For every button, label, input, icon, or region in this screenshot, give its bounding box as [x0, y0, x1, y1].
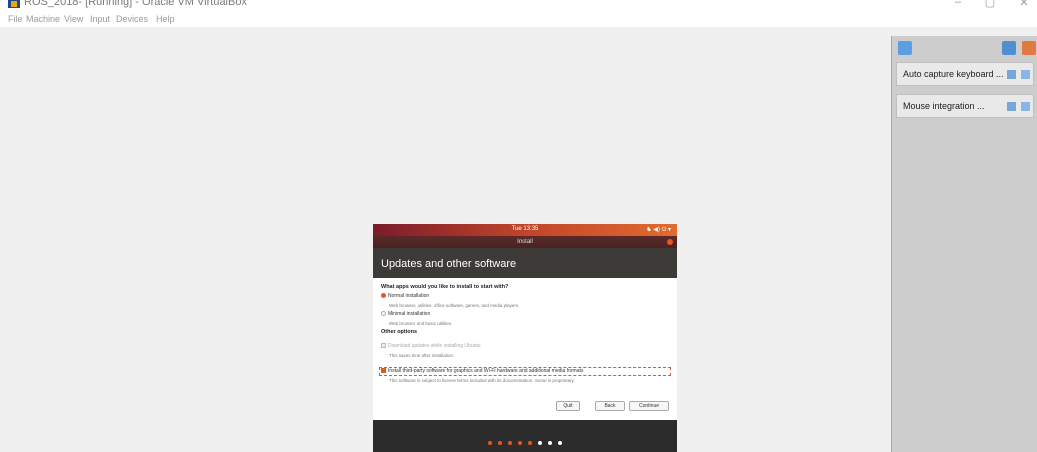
- menu-file[interactable]: File: [8, 14, 23, 24]
- progress-dot: [548, 441, 552, 445]
- progress-dot: [538, 441, 542, 445]
- notification-panel: Auto capture keyboard ... Mouse integrat…: [891, 36, 1037, 452]
- normal-installation-desc: Web browser, utilities, office software,…: [389, 303, 520, 308]
- notification-info-icon[interactable]: [898, 41, 912, 55]
- progress-dots: [373, 432, 677, 450]
- third-party-checkbox[interactable]: Install third-party software for graphic…: [381, 368, 583, 374]
- download-updates-label: Download updates while installing Ubuntu: [388, 343, 481, 349]
- installer-titlebar: Install: [373, 236, 677, 248]
- dismiss-all-icon[interactable]: [1022, 41, 1036, 55]
- window-titlebar: ROS_2018- [Running] - Oracle VM VirtualB…: [0, 0, 1037, 11]
- sort-icon[interactable]: [1002, 41, 1016, 55]
- progress-dot: [558, 441, 562, 445]
- menu-bar: File Machine View Input Devices Help: [0, 11, 1037, 27]
- ubuntu-top-bar: Tue 13:35 ♞ ◀) ⏻ ▾: [373, 224, 677, 236]
- download-updates-checkbox[interactable]: Download updates while installing Ubuntu: [381, 343, 481, 349]
- radio-selected-icon[interactable]: [381, 293, 386, 299]
- notification-label: Mouse integration ...: [903, 101, 985, 111]
- toggle-icon[interactable]: [1007, 102, 1016, 111]
- notification-mouse-integration: Mouse integration ...: [896, 94, 1034, 118]
- system-tray[interactable]: ♞ ◀) ⏻ ▾: [646, 226, 671, 234]
- normal-installation-radio[interactable]: Normal installation: [381, 293, 429, 299]
- apps-question: What apps would you like to install to s…: [381, 284, 509, 290]
- menu-view[interactable]: View: [64, 14, 83, 24]
- page-title: Updates and other software: [381, 258, 517, 270]
- normal-installation-label: Normal installation: [388, 293, 430, 299]
- progress-dot: [518, 441, 522, 445]
- notification-panel-toolbar: [892, 36, 1037, 60]
- progress-dot: [488, 441, 492, 445]
- progress-dot: [498, 441, 502, 445]
- menu-devices[interactable]: Devices: [116, 14, 148, 24]
- minimize-button[interactable]: –: [948, 0, 968, 8]
- menu-input[interactable]: Input: [90, 14, 110, 24]
- quit-button[interactable]: Quit: [556, 401, 580, 411]
- clock[interactable]: Tue 13:35: [373, 226, 677, 232]
- progress-dot: [528, 441, 532, 445]
- close-button[interactable]: ✕: [1014, 0, 1034, 9]
- radio-unselected-icon[interactable]: [381, 311, 386, 317]
- third-party-desc: This software is subject to license term…: [389, 378, 575, 383]
- other-options-heading: Other options: [381, 329, 418, 335]
- menu-machine[interactable]: Machine: [26, 14, 60, 24]
- minimal-installation-label: Minimal installation: [388, 311, 431, 317]
- minimal-installation-desc: Web browser and basic utilities.: [389, 321, 453, 326]
- toggle-icon[interactable]: [1007, 70, 1016, 79]
- download-updates-desc: This saves time after installation.: [389, 353, 455, 358]
- minimal-installation-radio[interactable]: Minimal installation: [381, 311, 430, 317]
- installer-title: Install: [517, 239, 533, 245]
- checkbox-disabled-icon[interactable]: [381, 343, 386, 349]
- back-button[interactable]: Back: [595, 401, 625, 411]
- restore-button[interactable]: ▢: [980, 0, 1000, 9]
- menu-help[interactable]: Help: [156, 14, 175, 24]
- close-notification-icon[interactable]: [1021, 102, 1030, 111]
- ubuntu-installer-screen: Tue 13:35 ♞ ◀) ⏻ ▾ Install Updates and o…: [373, 224, 677, 452]
- notification-label: Auto capture keyboard ...: [903, 69, 1004, 79]
- window-title: ROS_2018- [Running] - Oracle VM VirtualB…: [24, 0, 247, 8]
- notification-keyboard-capture: Auto capture keyboard ...: [896, 62, 1034, 86]
- progress-dot: [508, 441, 512, 445]
- installer-header: Updates and other software: [373, 248, 677, 278]
- checkbox-checked-icon[interactable]: [381, 368, 386, 374]
- installer-close-icon[interactable]: [667, 239, 673, 245]
- virtualbox-logo-icon: [8, 0, 20, 8]
- close-notification-icon[interactable]: [1021, 70, 1030, 79]
- continue-button[interactable]: Continue: [629, 401, 669, 411]
- installer-footer: [373, 420, 677, 452]
- third-party-label: Install third-party software for graphic…: [388, 368, 584, 374]
